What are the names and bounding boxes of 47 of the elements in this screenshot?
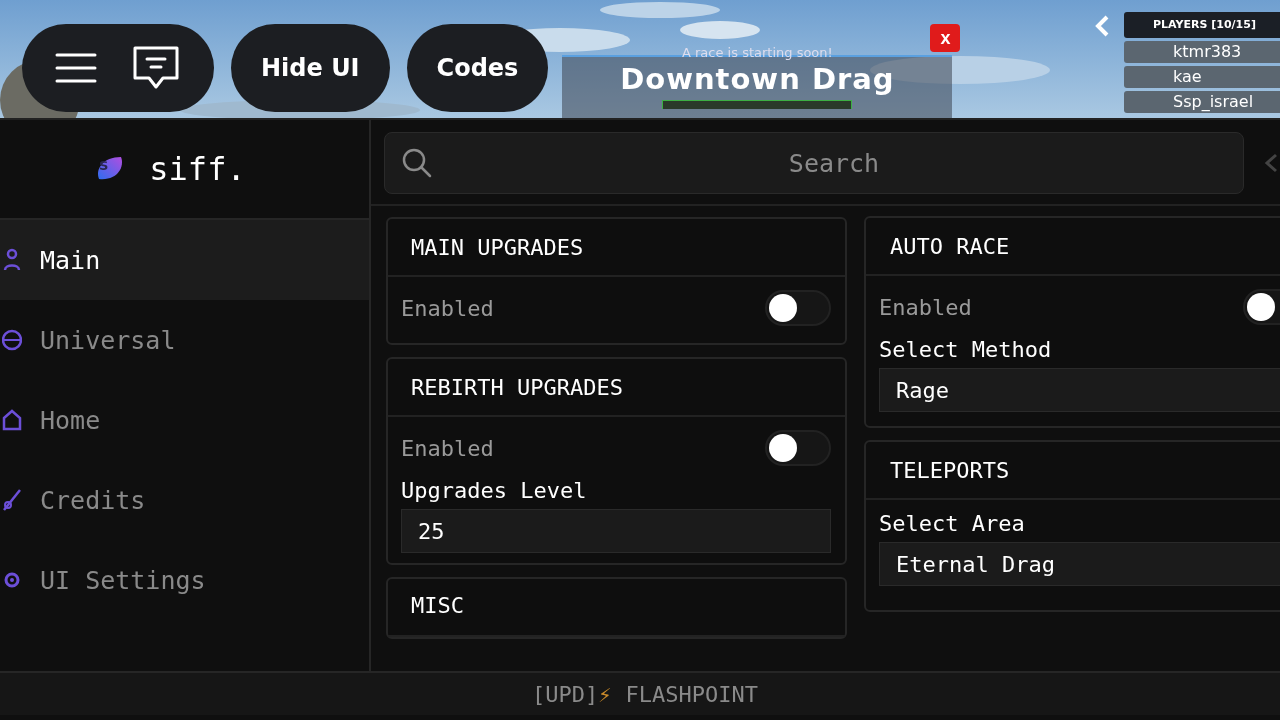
field-label: Select Area [879,510,1026,538]
banner-title: Downtown Drag [620,62,895,96]
app-title: siff. [149,150,246,188]
logo-letter: S [99,158,109,174]
lightning-icon: ⚡ [598,681,612,707]
toggle-switch[interactable] [765,290,831,326]
sidebar-label: Home [40,405,101,435]
banner-subtitle: A race is starting soon! [682,45,833,60]
player-name[interactable]: Ssp_israel [1124,91,1280,113]
toggle-switch[interactable] [765,430,831,466]
globe-icon [2,328,22,352]
toggle-label: Enabled [401,435,494,461]
card-title: MISC [388,579,845,637]
card-title: AUTO RACE [866,218,1280,276]
search-field[interactable]: Search [384,132,1244,194]
sidebar-label: UI Settings [40,565,206,595]
players-header: PLAYERS [10/15] [1124,12,1280,38]
toggle-label: Enabled [401,295,494,321]
menu-icon [55,52,97,84]
player-name[interactable]: ktmr383 [1124,41,1280,63]
card-title: MAIN UPGRADES [388,219,845,277]
chat-icon [131,45,181,91]
footer-title: FLASHPOINT [625,681,758,707]
sidebar-item[interactable]: Home [0,380,369,460]
input-field[interactable]: 25 [401,509,831,553]
field-label: Select Method [879,336,1053,364]
sidebar-item[interactable]: Universal [0,300,369,380]
sidebar-label: Universal [40,325,176,355]
player-name[interactable]: kae [1124,66,1280,88]
close-button[interactable]: x [930,24,961,52]
search-icon [402,148,432,178]
house-icon [2,408,22,432]
person-icon [2,248,22,272]
card-title: REBIRTH UPGRADES [388,359,845,417]
sidebar-item[interactable]: UI Settings [0,540,369,620]
card-title: TELEPORTS [866,442,1280,500]
toggle-label: Enabled [879,294,972,320]
dropdown[interactable]: Rage [879,368,1280,412]
sidebar-label: Main [40,245,101,275]
footer-tag: [UPD] [532,681,599,707]
dropdown[interactable]: Eternal Drag [879,542,1280,586]
sidebar-item[interactable]: Credits [0,460,369,540]
pen-icon [2,488,22,512]
sidebar-label: Credits [40,485,146,515]
field-label: Upgrades Level [401,477,588,505]
chevron-left-icon [1094,15,1110,37]
sidebar-item[interactable]: Main [0,220,369,300]
